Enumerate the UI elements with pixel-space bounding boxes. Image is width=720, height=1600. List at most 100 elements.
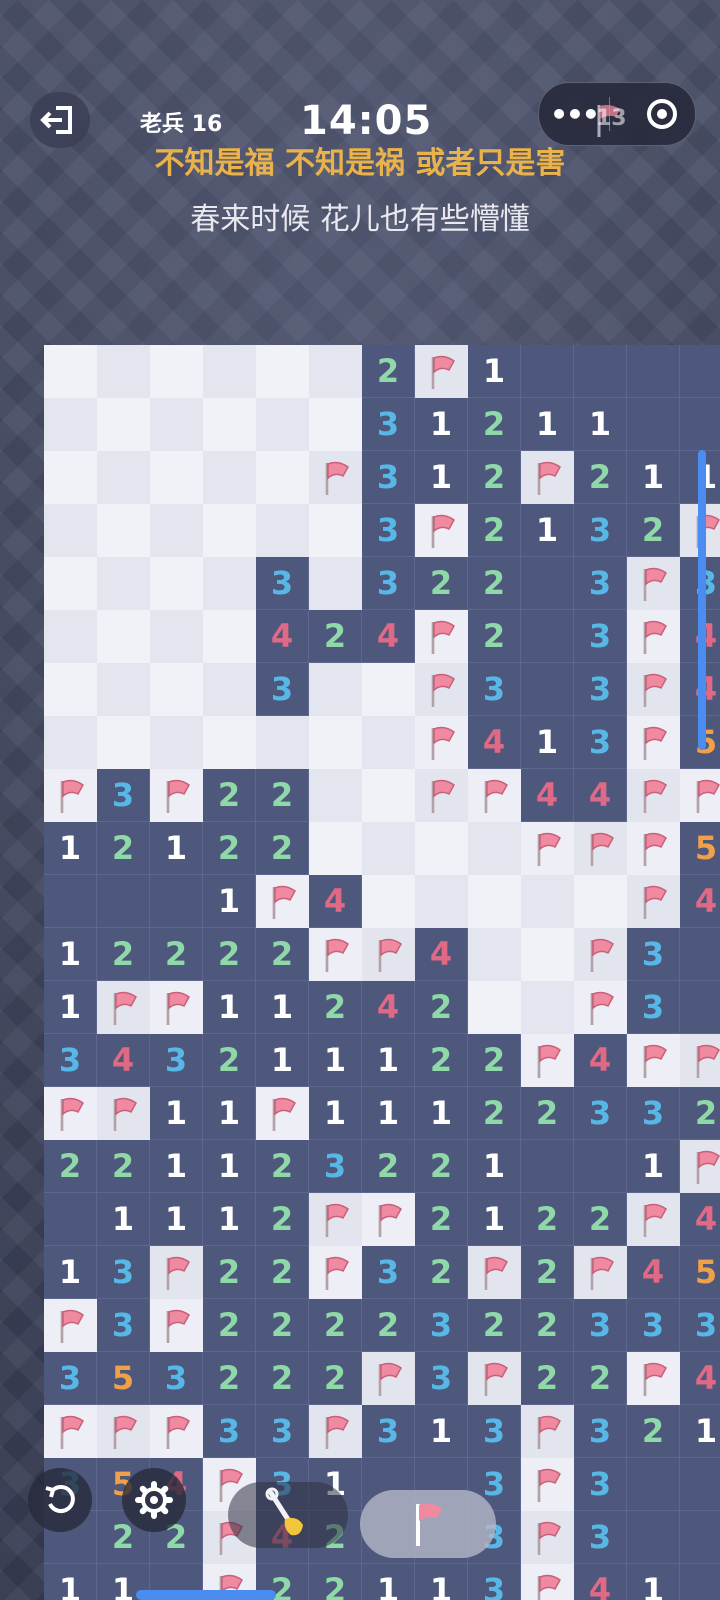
board-cell-number[interactable]: 2	[468, 1299, 521, 1352]
board-cell-number[interactable]: 1	[44, 1246, 97, 1299]
board-cell-covered[interactable]	[521, 1140, 574, 1193]
board-cell-number[interactable]: 2	[521, 1193, 574, 1246]
board-cell-empty[interactable]	[44, 398, 97, 451]
board-cell-number[interactable]: 4	[362, 610, 415, 663]
board-cell-empty[interactable]	[44, 610, 97, 663]
board-cell-flag[interactable]	[309, 1193, 362, 1246]
board-cell-number[interactable]: 2	[680, 1087, 720, 1140]
board-cell-number[interactable]: 1	[44, 1564, 97, 1600]
board-cell-empty[interactable]	[97, 504, 150, 557]
board-cell-flag[interactable]	[44, 769, 97, 822]
board-cell-flag[interactable]	[627, 1352, 680, 1405]
board-cell-number[interactable]: 3	[574, 1299, 627, 1352]
board-cell-covered[interactable]	[627, 345, 680, 398]
board-cell-number[interactable]: 5	[97, 1352, 150, 1405]
board-cell-number[interactable]: 3	[44, 1352, 97, 1405]
board-cell-covered[interactable]	[521, 663, 574, 716]
board-cell-number[interactable]: 2	[415, 1140, 468, 1193]
board-cell-flag[interactable]	[44, 1405, 97, 1458]
board-cell-number[interactable]: 1	[468, 1140, 521, 1193]
board-cell-empty[interactable]	[203, 610, 256, 663]
board-cell-flag[interactable]	[44, 1087, 97, 1140]
board-cell-number[interactable]: 1	[415, 398, 468, 451]
board-cell-number[interactable]: 1	[468, 1193, 521, 1246]
board-cell-number[interactable]: 4	[574, 1034, 627, 1087]
board-cell-number[interactable]: 4	[415, 928, 468, 981]
board-cell-empty[interactable]	[44, 663, 97, 716]
board-cell-flag[interactable]	[627, 663, 680, 716]
board-cell-number[interactable]: 2	[309, 610, 362, 663]
board-cell-number[interactable]: 2	[97, 822, 150, 875]
board-cell-number[interactable]: 1	[44, 822, 97, 875]
board-cell-covered[interactable]	[521, 557, 574, 610]
board-cell-covered[interactable]	[680, 1458, 720, 1511]
board-cell-number[interactable]: 2	[574, 1352, 627, 1405]
board-cell-number[interactable]: 2	[203, 822, 256, 875]
board-cell-empty[interactable]	[203, 716, 256, 769]
board-cell-number[interactable]: 3	[574, 610, 627, 663]
board-cell-number[interactable]: 1	[627, 1564, 680, 1600]
board-cell-number[interactable]: 2	[415, 1193, 468, 1246]
board-cell-number[interactable]: 3	[256, 557, 309, 610]
board-cell-number[interactable]: 3	[574, 716, 627, 769]
board-cell-number[interactable]: 3	[362, 504, 415, 557]
board-cell-number[interactable]: 2	[150, 928, 203, 981]
board-cell-flag[interactable]	[521, 451, 574, 504]
board-cell-number[interactable]: 2	[521, 1352, 574, 1405]
board-cell-number[interactable]: 2	[521, 1299, 574, 1352]
board-cell-number[interactable]: 1	[627, 1140, 680, 1193]
board-cell-number[interactable]: 2	[521, 1246, 574, 1299]
board-cell-flag[interactable]	[415, 663, 468, 716]
board-cell-empty[interactable]	[468, 928, 521, 981]
board-cell-flag[interactable]	[627, 769, 680, 822]
board-cell-number[interactable]: 4	[574, 1564, 627, 1600]
board-cell-flag[interactable]	[362, 1352, 415, 1405]
board-cell-empty[interactable]	[362, 769, 415, 822]
board-cell-number[interactable]: 3	[627, 928, 680, 981]
board-cell-number[interactable]: 1	[44, 928, 97, 981]
board-cell-flag[interactable]	[44, 1299, 97, 1352]
board-cell-number[interactable]: 4	[680, 875, 720, 928]
board-cell-number[interactable]: 4	[256, 610, 309, 663]
board-cell-covered[interactable]	[680, 981, 720, 1034]
board-cell-number[interactable]: 4	[521, 769, 574, 822]
board-cell-number[interactable]: 3	[203, 1405, 256, 1458]
board-cell-number[interactable]: 4	[680, 1193, 720, 1246]
board-cell-empty[interactable]	[203, 451, 256, 504]
board-cell-number[interactable]: 2	[97, 1140, 150, 1193]
board-cell-empty[interactable]	[150, 504, 203, 557]
board-cell-flag[interactable]	[150, 1299, 203, 1352]
board-cell-number[interactable]: 1	[362, 1087, 415, 1140]
board-cell-number[interactable]: 3	[362, 398, 415, 451]
board-cell-number[interactable]: 2	[415, 557, 468, 610]
board-cell-flag[interactable]	[415, 345, 468, 398]
board-cell-number[interactable]: 1	[44, 981, 97, 1034]
board-cell-empty[interactable]	[256, 398, 309, 451]
board-cell-covered[interactable]	[97, 875, 150, 928]
board-cell-number[interactable]: 2	[309, 1564, 362, 1600]
board-cell-empty[interactable]	[415, 875, 468, 928]
board-cell-flag[interactable]	[627, 875, 680, 928]
board-cell-flag[interactable]	[574, 928, 627, 981]
board-cell-number[interactable]: 2	[309, 1352, 362, 1405]
board-cell-flag[interactable]	[362, 1193, 415, 1246]
board-cell-empty[interactable]	[309, 345, 362, 398]
board-cell-number[interactable]: 1	[203, 1140, 256, 1193]
board-cell-number[interactable]: 2	[574, 1193, 627, 1246]
board-cell-empty[interactable]	[203, 504, 256, 557]
board-cell-flag[interactable]	[468, 769, 521, 822]
board-cell-number[interactable]: 1	[468, 345, 521, 398]
board-cell-number[interactable]: 1	[150, 1140, 203, 1193]
board-cell-covered[interactable]	[627, 1511, 680, 1564]
board-cell-number[interactable]: 2	[468, 610, 521, 663]
board-cell-number[interactable]: 2	[97, 928, 150, 981]
board-cell-covered[interactable]	[521, 345, 574, 398]
board-cell-flag[interactable]	[150, 769, 203, 822]
board-cell-number[interactable]: 2	[256, 1246, 309, 1299]
board-cell-flag[interactable]	[680, 769, 720, 822]
board-cell-number[interactable]: 1	[521, 398, 574, 451]
board-cell-flag[interactable]	[415, 504, 468, 557]
board-cell-number[interactable]: 2	[256, 822, 309, 875]
board-cell-empty[interactable]	[521, 928, 574, 981]
board-cell-empty[interactable]	[309, 663, 362, 716]
